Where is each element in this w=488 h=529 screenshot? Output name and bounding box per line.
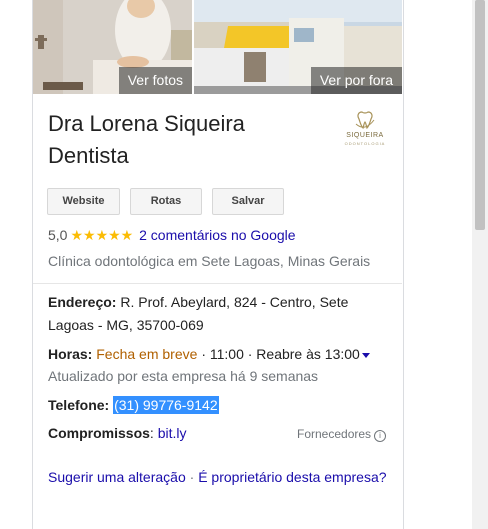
info-icon[interactable]: i: [374, 430, 387, 442]
suggest-edit-link[interactable]: Sugerir uma alteração: [48, 469, 186, 485]
section-divider: [33, 283, 402, 284]
address-line1: R. Prof. Abeylard, 824 - Centro, Sete: [120, 294, 349, 310]
reviews-link[interactable]: 2 comentários no Google: [139, 227, 295, 243]
logo-subtext: ODONTOLOGIA: [344, 141, 386, 146]
rating-row: 5,0 ★★★★★ 2 comentários no Google: [48, 227, 296, 243]
address-label: Endereço:: [48, 294, 117, 310]
phone-number[interactable]: (31) 99776-9142: [113, 396, 219, 414]
business-title: Dra Lorena Siqueira Dentista: [48, 108, 318, 172]
hours-updated: Atualizado por esta empresa há 9 semanas: [48, 368, 319, 384]
business-logo: SIQUEIRA ODONTOLOGIA: [340, 108, 390, 150]
rating-stars-icon: ★★★★★: [70, 227, 134, 243]
logo-text: SIQUEIRA: [346, 132, 384, 139]
routes-button[interactable]: Rotas: [130, 188, 202, 215]
appointments-label: Compromissos: [48, 425, 150, 441]
see-exterior-label[interactable]: Ver por fora: [310, 67, 402, 94]
hours-label: Horas:: [48, 346, 93, 362]
photo-exterior[interactable]: Ver por fora: [194, 0, 402, 94]
website-button[interactable]: Website: [47, 188, 120, 215]
claim-business-link[interactable]: É proprietário desta empresa?: [198, 469, 386, 485]
hours-row[interactable]: Horas: Fecha em breve · 11:00 · Reabre à…: [48, 343, 370, 366]
business-category: Clínica odontológica em Sete Lagoas, Min…: [48, 253, 371, 269]
phone-row: Telefone: (31) 99776-9142: [48, 394, 219, 417]
hours-status: Fecha em breve: [96, 346, 198, 362]
tooth-logo-icon: [355, 111, 375, 130]
phone-label: Telefone:: [48, 397, 110, 413]
appointments-row: Compromissos: bit.ly: [48, 425, 187, 441]
providers-link[interactable]: Fornecedores i: [297, 427, 387, 442]
hours-dropdown-icon[interactable]: [361, 352, 370, 358]
rating-value: 5,0: [48, 227, 68, 243]
business-name-line2: Dentista: [48, 143, 129, 168]
appointments-link[interactable]: bit.ly: [158, 425, 187, 441]
photo-interior[interactable]: Ver fotos: [33, 0, 192, 94]
save-button[interactable]: Salvar: [212, 188, 284, 215]
footer-separator: ·: [189, 469, 195, 485]
hours-text: · 11:00 · Reabre às 13:00: [201, 346, 360, 362]
address-row: Endereço: R. Prof. Abeylard, 824 - Centr…: [48, 291, 368, 337]
address-line2: Lagoas - MG, 35700-069: [48, 317, 204, 333]
footer-links: Sugerir uma alteração · É proprietário d…: [48, 469, 387, 485]
business-name-line1: Dra Lorena Siqueira: [48, 111, 245, 136]
see-photos-label[interactable]: Ver fotos: [118, 67, 192, 94]
providers-label: Fornecedores: [297, 427, 372, 441]
scrollbar-thumb[interactable]: [475, 0, 485, 230]
